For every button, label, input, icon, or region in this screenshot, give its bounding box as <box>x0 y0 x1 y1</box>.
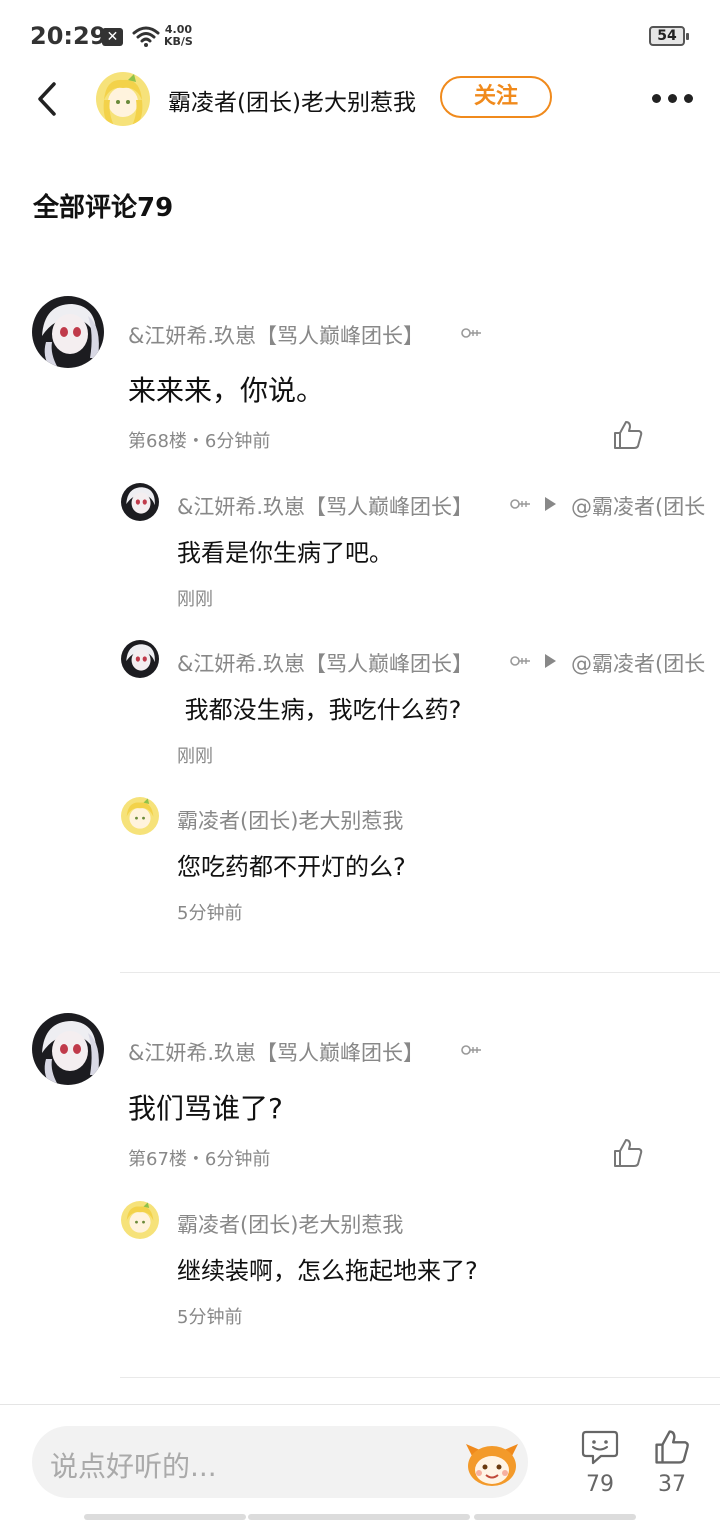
comment-input[interactable]: 说点好听的... <box>32 1426 528 1498</box>
level-badge-icon <box>510 499 530 509</box>
reply-to-user[interactable]: @霸凌者(团长 <box>571 648 705 678</box>
comment-text: 我们骂谁了? <box>128 1092 283 1125</box>
thumbs-up-icon[interactable] <box>653 1428 691 1466</box>
status-time: 20:29 <box>30 22 107 50</box>
reply-avatar[interactable] <box>121 1201 159 1239</box>
comment-divider <box>120 972 720 973</box>
network-speed-unit: KB/S <box>164 35 193 48</box>
comment-input-placeholder: 说点好听的... <box>50 1450 217 1483</box>
thumbs-up-icon[interactable] <box>612 419 644 451</box>
reply-avatar[interactable] <box>121 797 159 835</box>
battery-icon: 54 <box>649 26 689 46</box>
comment-meta: 第67楼・6分钟前 <box>128 1149 271 1170</box>
reply-author[interactable]: 霸凌者(团长)老大别惹我 <box>177 1209 403 1239</box>
reply-text: 我看是你生病了吧。 <box>177 539 393 567</box>
reply-avatar[interactable] <box>121 640 159 678</box>
reply-text: 您吃药都不开灯的么? <box>177 853 406 881</box>
gesture-bar-segment <box>474 1514 636 1520</box>
gesture-bar-segment <box>84 1514 246 1520</box>
level-badge-icon <box>461 1045 481 1055</box>
status-bar: 20:29 ✕ 4.00 KB/S 54 <box>0 0 720 70</box>
reply-avatar[interactable] <box>121 483 159 521</box>
reply-time: 5分钟前 <box>177 903 243 924</box>
wifi-icon <box>132 26 160 47</box>
play-triangle-icon <box>545 654 556 668</box>
back-chevron-icon[interactable] <box>30 76 66 122</box>
follow-button[interactable]: 关注 <box>440 76 552 118</box>
header-user-name[interactable]: 霸凌者(团长)老大别惹我 <box>168 83 416 117</box>
page-header: 霸凌者(团长)老大别惹我 关注 <box>0 70 720 126</box>
thumbs-up-icon[interactable] <box>612 1137 644 1169</box>
comment-avatar[interactable] <box>32 1013 104 1085</box>
sim-off-icon: ✕ <box>102 28 123 46</box>
comment-author[interactable]: &江妍希.玖崽【骂人巅峰团长】 <box>128 320 424 350</box>
gesture-bar-segment <box>248 1514 470 1520</box>
play-triangle-icon <box>545 497 556 511</box>
network-speed: 4.00 KB/S <box>164 24 193 48</box>
comment-avatar[interactable] <box>32 296 104 368</box>
reply-author[interactable]: 霸凌者(团长)老大别惹我 <box>177 805 403 835</box>
reply-to-user[interactable]: @霸凌者(团长 <box>571 491 705 521</box>
reply-time: 5分钟前 <box>177 1307 243 1328</box>
comment-meta: 第68楼・6分钟前 <box>128 431 271 452</box>
reply-time: 刚刚 <box>177 746 213 767</box>
more-dots-icon[interactable] <box>648 82 698 112</box>
emoji-sticker-icon[interactable] <box>464 1436 520 1488</box>
comment-divider <box>120 1377 720 1378</box>
comment-bubble-icon[interactable] <box>581 1428 619 1466</box>
level-badge-icon <box>510 656 530 666</box>
reply-text: 继续装啊，怎么拖起地来了? <box>177 1257 478 1285</box>
comment-text: 来来来，你说。 <box>128 374 325 407</box>
bottom-bar-divider <box>0 1404 720 1405</box>
all-comments-title: 全部评论79 <box>33 193 174 223</box>
reply-author[interactable]: &江妍希.玖崽【骂人巅峰团长】 <box>177 491 473 521</box>
comment-author[interactable]: &江妍希.玖崽【骂人巅峰团长】 <box>128 1037 424 1067</box>
header-avatar[interactable] <box>96 72 150 126</box>
like-count: 37 <box>658 1472 686 1497</box>
reply-time: 刚刚 <box>177 589 213 610</box>
level-badge-icon <box>461 328 481 338</box>
comment-count: 79 <box>586 1472 614 1497</box>
reply-text: 我都没生病，我吃什么药? <box>177 696 462 724</box>
reply-author[interactable]: &江妍希.玖崽【骂人巅峰团长】 <box>177 648 473 678</box>
